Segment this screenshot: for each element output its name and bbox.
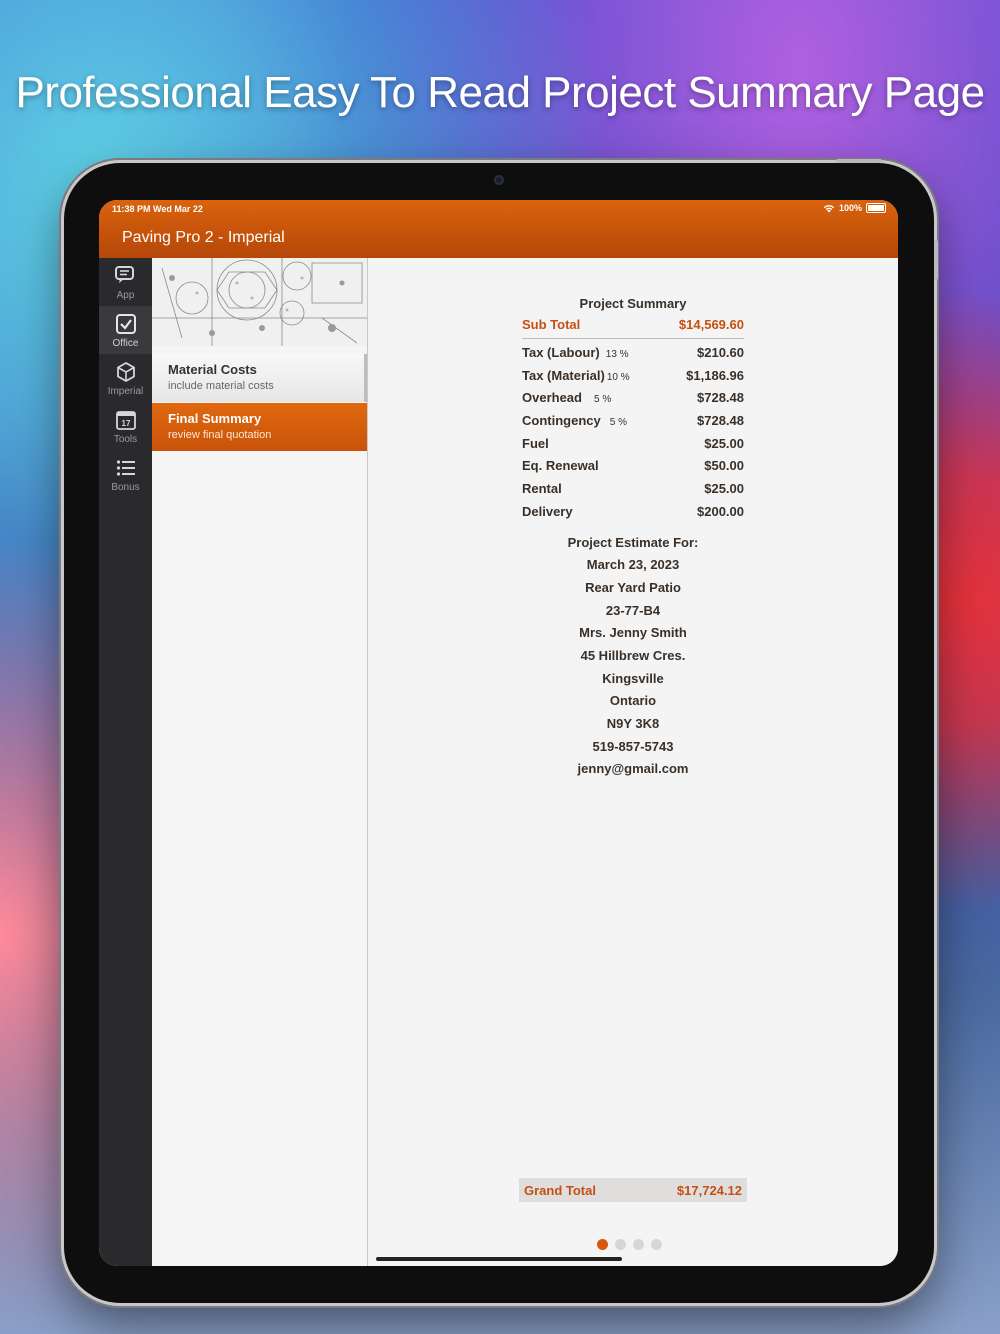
grand-total-value: $17,724.12: [676, 1182, 742, 1198]
client-city: Kingsville: [602, 670, 664, 686]
menu-item-subtitle: include material costs: [168, 380, 274, 392]
cost-value: $200.00: [697, 503, 744, 519]
cost-percent: 5 %: [593, 394, 612, 406]
cost-label: Eq. Renewal: [522, 458, 599, 474]
tab-label: App: [116, 290, 135, 301]
client-province: Ontario: [609, 693, 657, 709]
cost-value: $728.48: [697, 413, 744, 429]
chat-bubbles-icon: [114, 264, 138, 288]
project-code: 23-77-B4: [605, 602, 661, 618]
subtotal-value: $14,569.60: [678, 317, 744, 332]
client-email: jenny@gmail.com: [577, 761, 689, 777]
cost-value: $50.00: [704, 458, 744, 474]
client-postal-code: N9Y 3K8: [606, 716, 660, 731]
wifi-icon: [823, 204, 835, 212]
cost-percent: 13 %: [605, 349, 629, 360]
cost-label: Rental: [522, 481, 562, 497]
tab-label: Bonus: [111, 482, 140, 493]
page-dot[interactable]: [651, 1239, 662, 1250]
cost-value: $25.00: [704, 435, 744, 451]
tab-bonus[interactable]: Bonus: [99, 450, 152, 498]
cost-label: Overhead: [522, 390, 582, 406]
app-title: Paving Pro 2 - Imperial: [122, 229, 285, 246]
cube-icon: [114, 360, 138, 384]
camera: [494, 175, 504, 185]
cost-label: Contingency: [522, 413, 601, 429]
tab-label: Imperial: [107, 386, 144, 397]
project-name: Rear Yard Patio: [585, 579, 681, 595]
cost-row: Fuel $25.00: [522, 436, 744, 459]
tab-tools[interactable]: 17 Tools: [99, 402, 152, 450]
menu-item-subtitle: review final quotation: [168, 429, 272, 441]
cost-row: Overhead 5 % $728.48: [522, 390, 744, 413]
cost-value: $25.00: [704, 481, 744, 497]
tab-bar: App Office Imperial 17 Tools Bonus: [99, 258, 152, 1266]
estimate-details: Project Estimate For: March 23, 2023 Rea…: [522, 535, 744, 785]
battery-percent: 100%: [838, 203, 862, 213]
menu-item-final-summary[interactable]: Final Summary review final quotation: [152, 403, 367, 451]
calendar-icon: 17: [114, 408, 138, 432]
page-dot[interactable]: [615, 1239, 626, 1250]
tab-app[interactable]: App: [99, 258, 152, 306]
client-street: 45 Hillbrew Cres.: [580, 647, 686, 663]
cost-percent: 10 %: [606, 371, 630, 383]
tab-label: Office: [112, 338, 139, 349]
tab-imperial[interactable]: Imperial: [99, 354, 152, 402]
cost-row: Tax (Labour) 13 % $210.60: [522, 345, 744, 368]
page-dot[interactable]: [633, 1239, 644, 1250]
calendar-day: 17: [121, 419, 130, 428]
grand-total-label: Grand Total: [524, 1182, 596, 1198]
page-dot[interactable]: [597, 1239, 608, 1250]
home-indicator[interactable]: [376, 1257, 622, 1261]
cost-row: Rental $25.00: [522, 481, 744, 504]
grand-total-row: Grand Total $17,724.12: [519, 1178, 747, 1202]
cost-value: $728.48: [697, 390, 744, 406]
cost-row: Eq. Renewal $50.00: [522, 458, 744, 481]
cost-row: Contingency 5 % $728.48: [522, 413, 744, 436]
cost-label: Fuel: [522, 435, 549, 451]
volume-button: [836, 159, 882, 163]
client-phone: 519-857-5743: [592, 738, 674, 754]
estimate-heading: Project Estimate For:: [567, 534, 699, 550]
cost-label: Tax (Labour): [522, 345, 600, 360]
master-panel: Material Costs include material costs Fi…: [152, 258, 368, 1266]
side-button: [934, 240, 938, 280]
menu-item-material-costs[interactable]: Material Costs include material costs: [152, 354, 367, 402]
app-header: 11:38 PM Wed Mar 22 100% Paving Pro 2 - …: [99, 200, 898, 258]
subtotal-label: Sub Total: [522, 317, 581, 332]
cost-row: Tax (Material) 10 % $1,186.96: [522, 368, 744, 391]
cost-value: $210.60: [697, 345, 744, 360]
summary-title: Project Summary: [579, 296, 687, 311]
status-right: 100%: [823, 203, 886, 213]
subtotal-row: Sub Total $14,569.60: [522, 317, 744, 339]
estimate-date: March 23, 2023: [586, 557, 680, 573]
status-bar: 11:38 PM Wed Mar 22 100%: [99, 200, 898, 218]
cost-label: Delivery: [522, 503, 573, 519]
list-icon: [114, 456, 138, 480]
status-time: 11:38 PM Wed Mar 22: [112, 204, 203, 214]
headline: Professional Easy To Read Project Summar…: [15, 68, 985, 117]
cost-row: Delivery $200.00: [522, 504, 744, 527]
screen: 11:38 PM Wed Mar 22 100% Paving Pro 2 - …: [99, 200, 898, 1266]
battery-icon: [866, 203, 886, 213]
page-indicator[interactable]: [597, 1239, 662, 1250]
detail-panel: Project Summary Sub Total $14,569.60 Tax…: [368, 258, 898, 1266]
client-name: Mrs. Jenny Smith: [579, 625, 687, 641]
cost-value: $1,186.96: [686, 367, 744, 383]
cost-rows: Tax (Labour) 13 % $210.60 Tax (Material) 10…: [522, 345, 744, 527]
cost-label: Tax (Material): [522, 367, 605, 383]
checkbox-icon: [114, 312, 138, 336]
menu-item-title: Material Costs: [168, 362, 257, 377]
tab-label: Tools: [113, 434, 138, 445]
blueprint-image: [152, 258, 367, 346]
menu-item-title: Final Summary: [168, 411, 262, 426]
project-summary: Project Summary Sub Total $14,569.60 Tax…: [522, 296, 744, 784]
cost-percent: 5 %: [609, 417, 627, 429]
tab-office[interactable]: Office: [99, 306, 152, 354]
